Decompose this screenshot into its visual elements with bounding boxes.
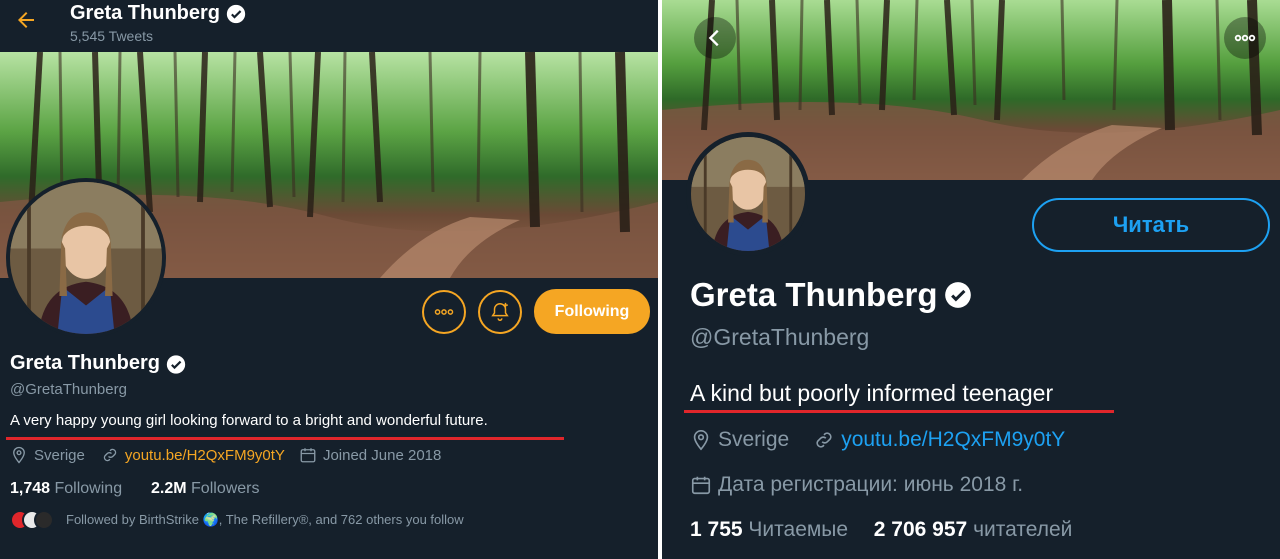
- profile-name: Greta Thunberg: [690, 276, 972, 314]
- profile-bio: A very happy young girl looking forward …: [10, 412, 488, 429]
- chevron-left-icon: [708, 29, 719, 47]
- profile-link[interactable]: youtu.be/H2QxFM9y0tY: [841, 428, 1065, 452]
- followed-by-row[interactable]: Followed by BirthStrike 🌍, The Refillery…: [10, 510, 464, 530]
- avatar[interactable]: [6, 178, 166, 338]
- back-button[interactable]: [694, 17, 736, 59]
- notifications-button[interactable]: [478, 290, 522, 334]
- avatar-photo: [691, 137, 805, 251]
- following-button[interactable]: Following: [534, 289, 650, 334]
- location-icon: [690, 429, 712, 451]
- calendar-icon: [690, 474, 712, 496]
- follow-button[interactable]: Читать: [1032, 198, 1270, 252]
- followed-by-text: Followed by BirthStrike 🌍, The Refillery…: [66, 512, 464, 527]
- following-stat[interactable]: 1 755 Читаемые: [690, 518, 848, 541]
- more-icon: [1234, 34, 1256, 42]
- joined-text: Дата регистрации: июнь 2018 г.: [718, 473, 1024, 496]
- followers-label: читателей: [973, 518, 1073, 541]
- profile-handle: @GretaThunberg: [10, 381, 127, 398]
- following-count: 1,748: [10, 480, 51, 497]
- profile-header: Greta Thunberg 5,545 Tweets: [0, 0, 658, 52]
- red-underline: [6, 437, 564, 440]
- more-icon: [434, 309, 454, 315]
- bell-plus-icon: [491, 302, 509, 321]
- profile-stats: 1 755 Читаемые 2 706 957 читателей: [690, 518, 1072, 542]
- profile-meta: Sverige youtu.be/H2QxFM9y0tY Joined June…: [10, 446, 441, 464]
- joined-text: Joined June 2018: [322, 446, 442, 464]
- location-text: Sverige: [34, 446, 85, 464]
- avatar[interactable]: [686, 132, 810, 256]
- link-icon: [101, 446, 119, 464]
- profile-joined: Дата регистрации: июнь 2018 г.: [690, 473, 1023, 497]
- profile-link[interactable]: youtu.be/H2QxFM9y0tY: [125, 447, 285, 464]
- tweet-count: 5,545 Tweets: [70, 28, 154, 44]
- profile-bio: A kind but poorly informed teenager: [690, 380, 1054, 406]
- verified-icon: [944, 281, 972, 309]
- followers-count: 2.2M: [151, 480, 187, 497]
- right-screenshot: Читать Greta Thunberg @GretaThunberg A k…: [662, 0, 1280, 559]
- verified-icon: [226, 4, 246, 24]
- followers-label: Followers: [191, 480, 260, 497]
- link-icon: [813, 429, 835, 451]
- profile-meta: Sverige youtu.be/H2QxFM9y0tY: [690, 428, 1065, 452]
- profile-name-text: Greta Thunberg: [10, 352, 161, 374]
- more-button[interactable]: [422, 290, 466, 334]
- left-screenshot: Greta Thunberg 5,545 Tweets Following Gr…: [0, 0, 658, 559]
- avatar: [34, 510, 54, 530]
- location-icon: [10, 446, 28, 464]
- profile-stats: 1,748 Following 2.2M Followers: [10, 480, 260, 498]
- profile-name: Greta Thunberg: [10, 352, 186, 375]
- location-text: Sverige: [718, 428, 790, 451]
- followers-count: 2 706 957: [873, 518, 968, 541]
- following-stat[interactable]: 1,748 Following: [10, 480, 122, 497]
- profile-handle: @GretaThunberg: [690, 324, 870, 350]
- followers-stat[interactable]: 2 706 957 читателей: [874, 518, 1073, 541]
- red-underline: [684, 410, 1114, 413]
- following-count: 1 755: [690, 518, 743, 541]
- profile-name-text: Greta Thunberg: [690, 276, 938, 313]
- header-title: Greta Thunberg: [70, 2, 246, 25]
- avatar-photo: [10, 182, 162, 334]
- followers-stat[interactable]: 2.2M Followers: [151, 480, 260, 497]
- header-name: Greta Thunberg: [70, 2, 221, 24]
- back-arrow-icon[interactable]: [14, 8, 40, 34]
- following-label: Читаемые: [748, 518, 849, 541]
- follower-avatars: [10, 510, 54, 530]
- verified-icon: [166, 354, 186, 374]
- more-button[interactable]: [1224, 17, 1266, 59]
- following-label: Following: [54, 480, 123, 497]
- calendar-icon: [299, 446, 317, 464]
